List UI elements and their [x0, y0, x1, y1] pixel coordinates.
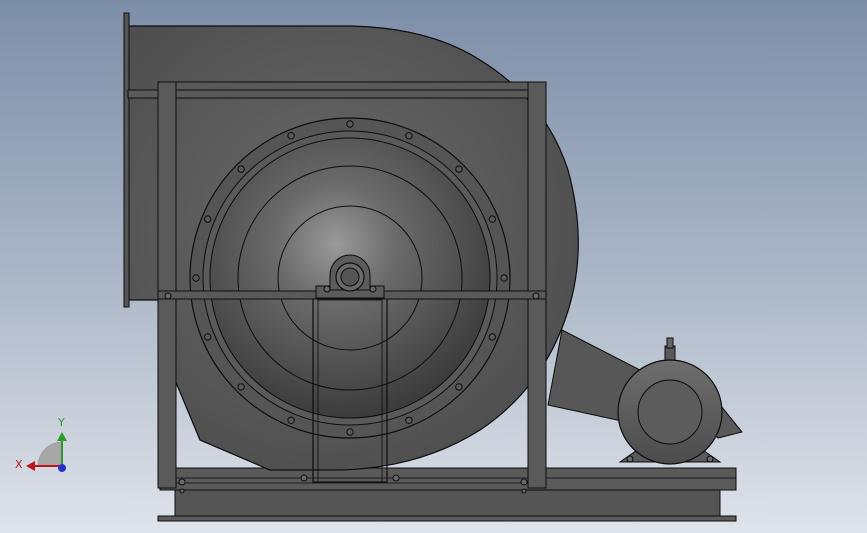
flange-bolt	[455, 165, 463, 173]
x-axis-arrow-icon	[26, 461, 35, 471]
flange-bolt	[204, 333, 212, 341]
flange-bolt	[204, 215, 212, 223]
fan-assembly-model[interactable]	[0, 0, 867, 533]
flange-bolt	[287, 416, 295, 424]
flange-bolt	[405, 416, 413, 424]
electric-motor	[617, 337, 723, 465]
axis-x-label: X	[15, 458, 23, 471]
graphics-viewport[interactable]: X Y	[0, 0, 867, 533]
reference-triad	[26, 432, 67, 472]
flange-bolt	[346, 120, 354, 128]
flange-bolt	[405, 132, 413, 140]
flange-bolt	[237, 383, 245, 391]
flange-bolt	[488, 215, 496, 223]
flange-bolt	[488, 333, 496, 341]
flange-bolt	[287, 132, 295, 140]
base-skid	[157, 467, 737, 522]
z-axis-dot-icon	[58, 464, 66, 472]
flange-bolt	[192, 274, 200, 282]
flange-bolt	[455, 383, 463, 391]
axis-y-label: Y	[58, 416, 65, 429]
flange-bolt	[237, 165, 245, 173]
flange-bolt	[500, 274, 508, 282]
flange-bolt	[346, 428, 354, 436]
y-axis-arrow-icon	[57, 432, 67, 441]
